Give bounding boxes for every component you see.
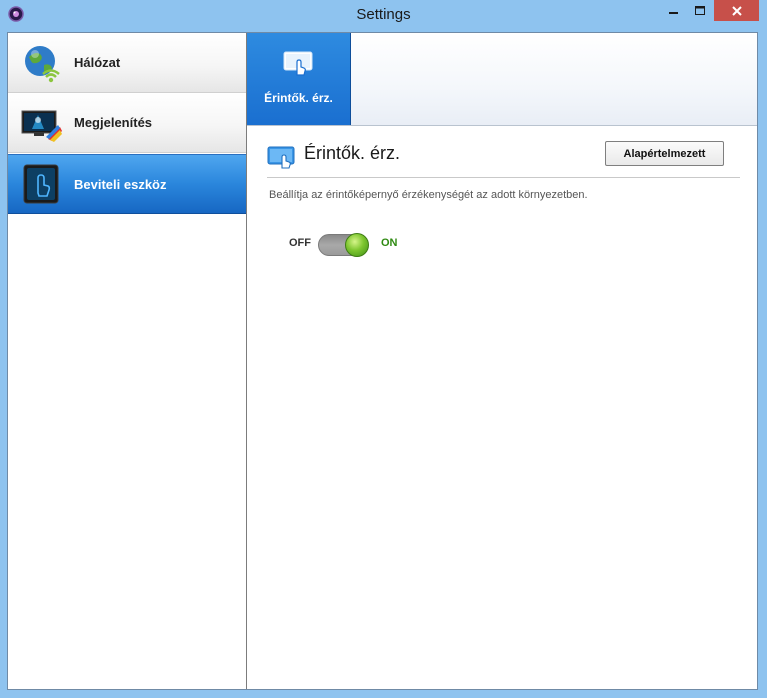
- close-button[interactable]: [714, 0, 759, 21]
- tab-label: Érintők. érz.: [264, 91, 333, 105]
- title-bar[interactable]: Settings: [0, 0, 767, 30]
- tab-strip: Érintők. érz.: [247, 33, 757, 126]
- maximize-button[interactable]: [687, 0, 713, 21]
- sidebar-item-display[interactable]: Megjelenítés: [8, 93, 246, 153]
- sidebar-item-input-device[interactable]: Beviteli eszköz: [8, 154, 246, 214]
- touch-sensitivity-toggle: OFF ON: [289, 233, 489, 257]
- minimize-button[interactable]: [661, 0, 687, 21]
- sidebar-item-network[interactable]: Hálózat: [8, 33, 246, 93]
- client-area: Hálózat Megjelenítés Beviteli eszköz Éri…: [7, 32, 758, 690]
- settings-window: Settings Hálózat Megjelenítés Beviteli e…: [0, 0, 767, 698]
- sidebar-item-label: Hálózat: [74, 55, 121, 70]
- sidebar-item-label: Megjelenítés: [74, 115, 153, 130]
- window-title: Settings: [356, 6, 411, 23]
- toggle-on-label: ON: [381, 237, 398, 249]
- minimize-icon: [669, 11, 678, 14]
- touch-screen-icon: [283, 51, 313, 76]
- main-content: Érintők. érz. Érintők. érz. Alapértelmez…: [247, 33, 757, 689]
- maximize-icon: [695, 5, 705, 15]
- close-icon: [731, 5, 742, 16]
- toggle-switch[interactable]: [318, 233, 369, 257]
- section-description: Beállítja az érintőképernyő érzékenységé…: [269, 189, 588, 201]
- default-button[interactable]: Alapértelmezett: [605, 141, 724, 166]
- sidebar-item-label: Beviteli eszköz: [74, 177, 167, 192]
- touch-screen-icon: [267, 146, 295, 169]
- section-header: Érintők. érz. Alapértelmezett: [267, 141, 740, 178]
- tab-touch-sensitivity[interactable]: Érintők. érz.: [247, 33, 351, 125]
- section-title: Érintők. érz.: [304, 143, 401, 163]
- toggle-off-label: OFF: [289, 237, 311, 249]
- sidebar: Hálózat Megjelenítés Beviteli eszköz: [8, 33, 247, 689]
- touch-hand-icon: [23, 164, 59, 204]
- toggle-knob[interactable]: [345, 233, 369, 257]
- display-icon: [21, 110, 62, 142]
- globe-wifi-icon: [25, 46, 60, 83]
